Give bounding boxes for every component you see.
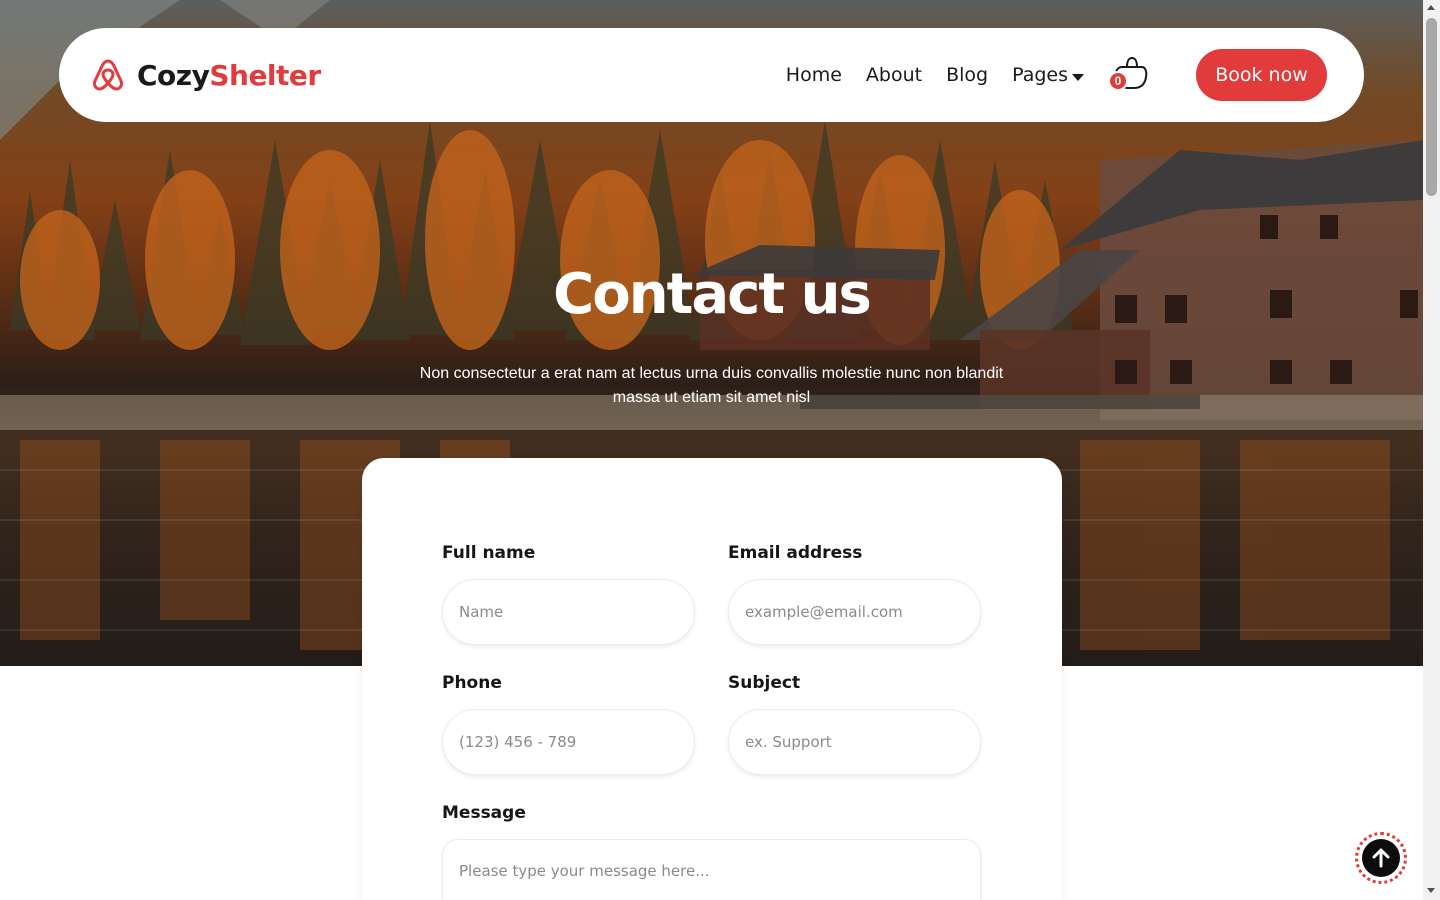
email-input[interactable] xyxy=(728,579,981,645)
cart-button[interactable]: 0 xyxy=(1108,55,1150,95)
nav-item-pages-label: Pages xyxy=(1012,64,1068,86)
brand-name-part2: Shelter xyxy=(209,58,321,92)
subject-label: Subject xyxy=(728,673,801,693)
scrollbar-thumb[interactable] xyxy=(1426,18,1437,196)
message-textarea[interactable] xyxy=(442,839,981,900)
scroll-to-top-inner xyxy=(1362,839,1400,877)
cart-count-badge: 0 xyxy=(1108,71,1128,91)
nav-menu: Home About Blog Pages 0 Book now xyxy=(786,49,1327,101)
scroll-down-arrow-icon[interactable] xyxy=(1427,888,1435,893)
brand-name: CozyShelter xyxy=(137,59,321,92)
nav-item-about[interactable]: About xyxy=(866,64,922,86)
email-label: Email address xyxy=(728,543,863,563)
nav-item-pages[interactable]: Pages xyxy=(1012,64,1084,86)
chevron-down-icon xyxy=(1072,73,1084,81)
full-name-input[interactable] xyxy=(442,579,695,645)
full-name-label: Full name xyxy=(442,543,536,563)
book-now-button[interactable]: Book now xyxy=(1196,49,1327,101)
phone-label: Phone xyxy=(442,673,502,693)
phone-input[interactable] xyxy=(442,709,695,775)
nav-item-home[interactable]: Home xyxy=(786,64,842,86)
page-scrollbar[interactable] xyxy=(1423,0,1440,900)
subject-input[interactable] xyxy=(728,709,981,775)
navbar: CozyShelter Home About Blog Pages 0 Book… xyxy=(59,28,1364,122)
brand-logo-icon xyxy=(93,59,123,91)
scroll-to-top-button[interactable] xyxy=(1355,832,1407,884)
brand-name-part1: Cozy xyxy=(137,58,210,92)
scroll-up-arrow-icon[interactable] xyxy=(1427,5,1435,10)
message-label: Message xyxy=(442,803,526,823)
arrow-up-icon xyxy=(1372,848,1390,868)
nav-item-blog[interactable]: Blog xyxy=(946,64,988,86)
page-subtitle: Non consectetur a erat nam at lectus urn… xyxy=(419,365,1004,406)
contact-form-card: Full name Email address Phone Subject Me… xyxy=(362,458,1062,900)
page-title: Contact us xyxy=(553,262,872,327)
brand-logo[interactable]: CozyShelter xyxy=(91,58,321,92)
